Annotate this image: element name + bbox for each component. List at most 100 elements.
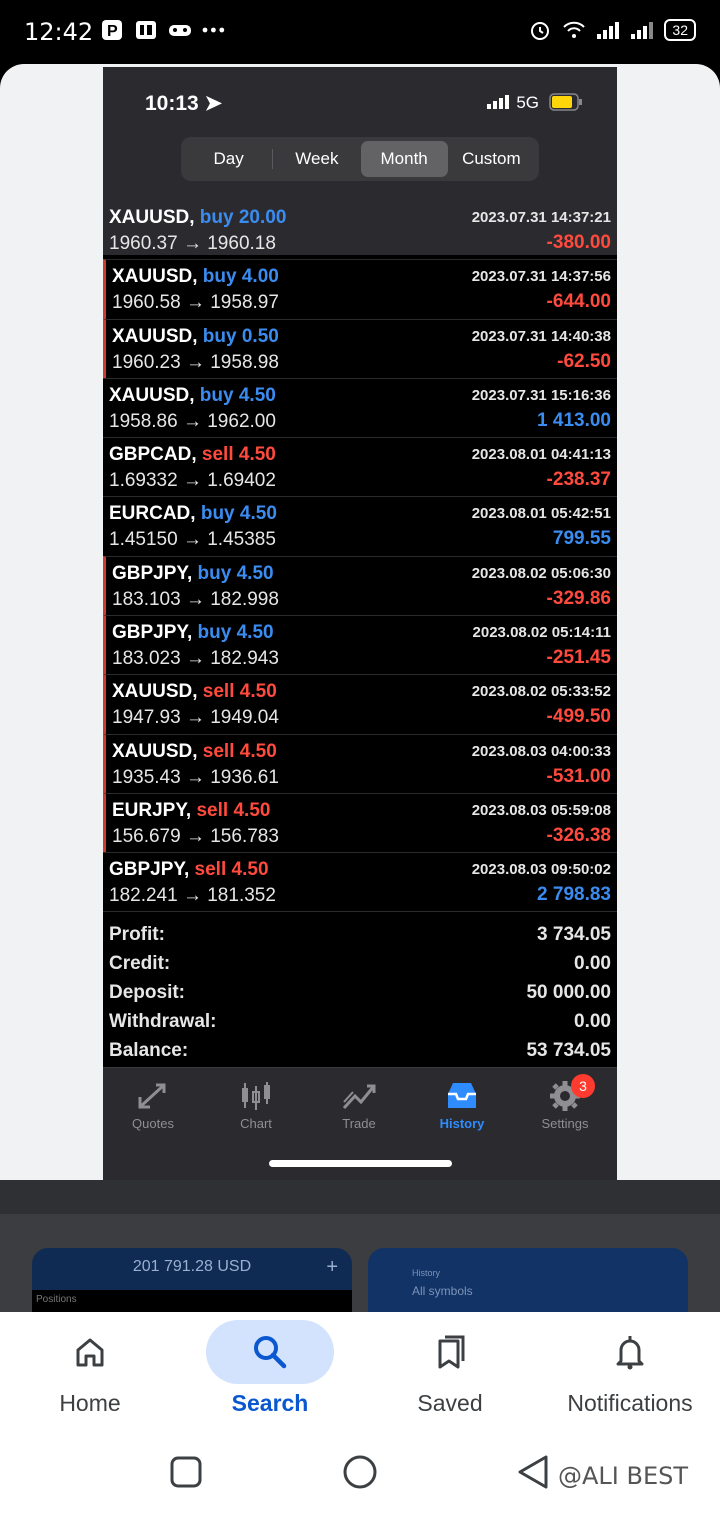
iphone-battery-icon <box>549 93 583 116</box>
trade-profit: 1 413.00 <box>537 409 611 431</box>
trade-datetime: 2023.08.02 05:06:30 <box>471 564 611 582</box>
watermark: @ALI BEST <box>558 1462 689 1490</box>
trade-side: sell 4.50 <box>194 859 269 881</box>
trade-row[interactable]: XAUUSD, buy 4.00 1960.58 → 1958.97 2023.07… <box>103 259 617 319</box>
trade-row[interactable]: XAUUSD, buy 20.00 1960.37 → 1960.18 2023.0… <box>103 200 617 259</box>
trade-datetime: 2023.07.31 15:16:36 <box>471 386 611 404</box>
trade-side: buy 0.50 <box>202 325 279 347</box>
trade-row[interactable]: GBPJPY, buy 4.50 183.103 → 182.998 2023.08… <box>103 555 617 616</box>
trade-side: sell 4.50 <box>196 799 271 821</box>
trade-symbol: EURJPY, sell 4.50 <box>112 799 271 821</box>
summary-label: Deposit: <box>109 981 185 1003</box>
back-button[interactable] <box>516 1454 550 1495</box>
recents-icon <box>170 1456 202 1488</box>
trade-profit: -326.38 <box>546 824 611 846</box>
trade-datetime: 2023.08.01 05:42:51 <box>471 505 611 523</box>
related-card-history[interactable]: History All symbols <box>368 1248 688 1312</box>
trade-symbol: GBPJPY, buy 4.50 <box>112 562 274 584</box>
trade-datetime: 2023.07.31 14:37:56 <box>471 268 611 286</box>
status-notification-icons: P <box>100 18 226 42</box>
card-balance: 201 791.28 USD <box>132 1258 252 1275</box>
back-triangle-icon <box>518 1455 548 1489</box>
trade-symbol: XAUUSD, sell 4.50 <box>112 681 277 703</box>
settings-badge: 3 <box>571 1074 595 1098</box>
battery-level: 32 <box>664 19 696 41</box>
candlestick-chart-icon <box>216 1078 296 1114</box>
history-inbox-icon <box>422 1078 502 1114</box>
trade-datetime: 2023.08.02 05:33:52 <box>471 683 611 701</box>
trade-row[interactable]: GBPCAD, sell 4.50 1.69332 → 1.69402 2023.0… <box>103 437 617 496</box>
trade-history-list: XAUUSD, buy 20.00 1960.37 → 1960.18 2023.0… <box>103 200 617 912</box>
trade-symbol: EURCAD, buy 4.50 <box>109 503 277 525</box>
tab-week[interactable]: Week <box>273 141 360 177</box>
trade-row[interactable]: EURCAD, buy 4.50 1.45150 → 1.45385 2023.08… <box>103 496 617 555</box>
trade-profit: -62.50 <box>557 350 611 372</box>
summary-value: 50 000.00 <box>526 981 611 1003</box>
trade-side: buy 4.50 <box>199 384 276 406</box>
search-icon <box>254 1336 287 1369</box>
period-segmented-control: Day Week Month Custom <box>181 137 539 181</box>
summary-value: 0.00 <box>574 1010 611 1032</box>
card-section-label: Positions <box>32 1290 352 1312</box>
tab-quotes[interactable]: Quotes <box>113 1078 193 1131</box>
trade-prices: 182.241 → 181.352 <box>109 885 276 907</box>
trade-history-screenshot[interactable]: 10:13 ➤ 5G Day Week Month Custom XAUUSD,… <box>103 67 617 1180</box>
trade-side: sell 4.50 <box>201 444 276 466</box>
trade-profit: -329.86 <box>546 587 611 609</box>
summary-label: Withdrawal: <box>109 1010 217 1032</box>
nav-notifications-label: Notifications <box>567 1390 693 1416</box>
home-indicator <box>269 1160 452 1167</box>
tab-trade[interactable]: Trade <box>319 1078 399 1131</box>
card-plus-icon: + <box>326 1256 338 1278</box>
nav-saved[interactable]: Saved <box>360 1320 540 1417</box>
trade-row[interactable]: XAUUSD, sell 4.50 1935.43 → 1936.61 2023.0… <box>103 733 617 793</box>
iphone-signal-icon <box>487 95 509 114</box>
trade-row[interactable]: GBPJPY, buy 4.50 183.023 → 182.943 2023.08… <box>103 615 617 675</box>
android-status-bar: 12:42 P 32 <box>0 0 720 64</box>
trade-prices: 1960.58 → 1958.97 <box>112 292 279 314</box>
tab-day[interactable]: Day <box>185 141 272 177</box>
svg-text:P: P <box>107 23 118 40</box>
tab-settings[interactable]: 3 Settings <box>525 1074 605 1131</box>
trade-row[interactable]: GBPJPY, sell 4.50 182.241 → 181.352 2023.0… <box>103 852 617 911</box>
more-notifications-icon <box>202 18 226 42</box>
nav-home[interactable]: Home <box>0 1320 180 1417</box>
trade-side: buy 4.50 <box>197 562 274 584</box>
trade-datetime: 2023.08.02 05:14:11 <box>472 624 611 642</box>
trade-datetime: 2023.08.03 05:59:08 <box>471 801 611 819</box>
nav-search[interactable]: Search <box>180 1320 360 1417</box>
related-card-positions[interactable]: 201 791.28 USD + Positions <box>32 1248 352 1312</box>
trade-row[interactable]: XAUUSD, sell 4.50 1947.93 → 1949.04 2023.0… <box>103 674 617 734</box>
recents-button[interactable] <box>170 1456 202 1493</box>
trade-profit: -238.37 <box>546 469 611 491</box>
trade-profit: -380.00 <box>546 232 611 253</box>
trade-row[interactable]: EURJPY, sell 4.50 156.679 → 156.783 2023.0… <box>103 792 617 853</box>
google-bottom-nav: Home Search Saved Notifications <box>0 1312 720 1432</box>
summary-value: 0.00 <box>574 952 611 974</box>
home-button[interactable] <box>342 1454 378 1495</box>
iphone-time: 10:13 ➤ <box>145 92 223 115</box>
parking-app-icon: P <box>100 18 124 42</box>
summary-value: 3 734.05 <box>537 923 611 945</box>
summary-row: Balance: 53 734.05 <box>103 1036 617 1065</box>
trade-symbol: GBPCAD, sell 4.50 <box>109 444 276 466</box>
trade-datetime: 2023.07.31 14:37:21 <box>471 209 611 226</box>
home-icon <box>0 1320 180 1384</box>
tab-custom[interactable]: Custom <box>448 141 535 177</box>
trade-prices: 1960.37 → 1960.18 <box>109 233 276 254</box>
trade-profit: -644.00 <box>546 291 611 313</box>
trade-row[interactable]: XAUUSD, buy 4.50 1958.86 → 1962.00 2023.07… <box>103 377 617 437</box>
trade-profit: -499.50 <box>546 706 611 728</box>
trade-row[interactable]: XAUUSD, buy 0.50 1960.23 → 1958.98 2023.07… <box>103 318 617 378</box>
bell-icon <box>540 1320 720 1384</box>
trade-datetime: 2023.08.03 09:50:02 <box>471 861 611 879</box>
tab-settings-label: Settings <box>541 1116 589 1131</box>
app-notification-icon <box>134 18 158 42</box>
nav-notifications[interactable]: Notifications <box>540 1320 720 1417</box>
tab-history[interactable]: History <box>422 1078 502 1131</box>
tab-chart[interactable]: Chart <box>216 1078 296 1131</box>
quotes-icon <box>113 1078 193 1114</box>
trade-symbol: XAUUSD, buy 0.50 <box>112 325 279 347</box>
search-active-pill <box>206 1320 334 1384</box>
tab-month[interactable]: Month <box>360 141 448 177</box>
